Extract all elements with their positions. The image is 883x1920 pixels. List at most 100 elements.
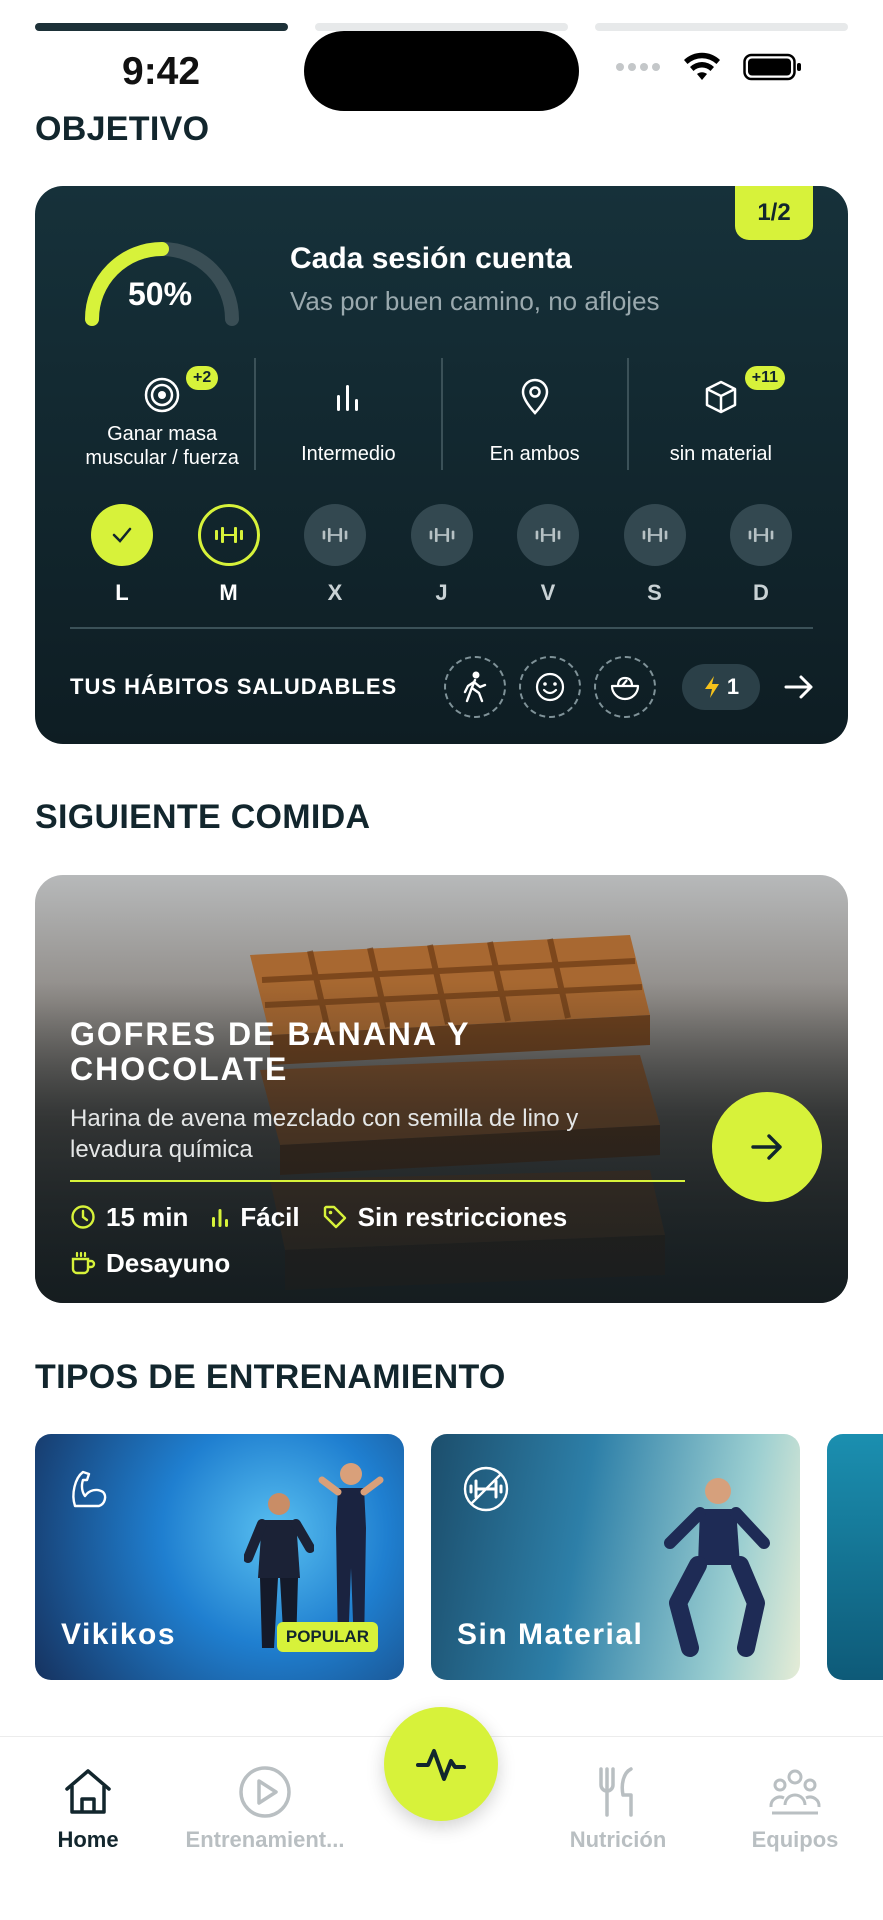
training-card-title: Vikikos bbox=[61, 1618, 177, 1651]
athlete-image bbox=[664, 1478, 770, 1657]
popular-badge: POPULAR bbox=[276, 1622, 378, 1652]
cellular-icon bbox=[616, 63, 660, 71]
meal-type-label: Desayuno bbox=[106, 1247, 231, 1278]
card-divider bbox=[70, 627, 813, 629]
meal-card[interactable]: GOFRES DE BANANA Y CHOCOLATE Harina de a… bbox=[35, 875, 848, 1303]
stat-level[interactable]: Intermedio bbox=[254, 358, 440, 470]
dynamic-island bbox=[304, 31, 579, 111]
nav-label: Entrenamient... bbox=[185, 1827, 345, 1852]
progress-segment bbox=[35, 23, 288, 31]
home-icon bbox=[65, 1769, 111, 1814]
objective-section-title: OBJETIVO bbox=[35, 110, 210, 148]
day-saturday[interactable]: S bbox=[623, 504, 686, 606]
nav-label: Nutrición bbox=[569, 1827, 667, 1852]
mood-icon[interactable] bbox=[519, 656, 581, 718]
lightning-icon bbox=[704, 676, 719, 698]
day-label: D bbox=[753, 580, 769, 605]
status-time: 9:42 bbox=[122, 50, 201, 93]
battery-icon bbox=[743, 53, 801, 81]
check-icon bbox=[112, 527, 132, 543]
day-label: L bbox=[115, 580, 129, 605]
goal-title: Cada sesión cuenta bbox=[290, 242, 572, 275]
stat-label: En ambos bbox=[489, 443, 580, 465]
day-friday[interactable]: V bbox=[517, 504, 579, 606]
progress-percent: 50% bbox=[127, 276, 193, 312]
open-meal-button[interactable] bbox=[712, 1092, 822, 1202]
arrow-right-icon bbox=[751, 1134, 782, 1160]
day-tuesday[interactable]: M bbox=[197, 504, 260, 606]
goal-stats: +2 Ganar masa muscular / fuerza Intermed… bbox=[70, 358, 813, 470]
story-progress bbox=[35, 23, 848, 31]
nav-training[interactable]: Entrenamient... bbox=[180, 1765, 350, 1853]
target-icon bbox=[144, 377, 180, 413]
meal-difficulty: Fácil bbox=[210, 1200, 300, 1234]
meal-restrictions-label: Sin restricciones bbox=[357, 1201, 568, 1232]
walk-icon[interactable] bbox=[444, 656, 506, 718]
wifi-icon bbox=[684, 52, 720, 80]
dumbbell-icon bbox=[429, 527, 454, 543]
stat-location[interactable]: En ambos bbox=[440, 358, 627, 470]
box-icon bbox=[705, 380, 737, 414]
training-card-vikikos[interactable]: Vikikos POPULAR bbox=[35, 1434, 404, 1680]
home-screen: 9:42 OBJETIVO 1/2 50% Cada sesión cuenta… bbox=[0, 0, 883, 1920]
training-card-title: Sin Material bbox=[457, 1618, 644, 1651]
status-icons bbox=[615, 52, 803, 82]
tag-icon bbox=[323, 1205, 346, 1229]
meal-time: 15 min bbox=[70, 1200, 188, 1234]
muscle-icon bbox=[72, 1470, 107, 1508]
week-days: L M X J V S D bbox=[70, 504, 813, 606]
nav-home[interactable]: Home bbox=[3, 1765, 173, 1853]
meal-difficulty-label: Fácil bbox=[240, 1201, 300, 1232]
arrow-right-icon[interactable] bbox=[780, 668, 818, 706]
day-label: J bbox=[435, 580, 448, 605]
stat-material[interactable]: +11 sin material bbox=[626, 358, 813, 470]
day-wednesday[interactable]: X bbox=[304, 504, 366, 606]
meal-title: GOFRES DE BANANA Y CHOCOLATE bbox=[70, 1016, 470, 1087]
nav-label: Home bbox=[57, 1827, 119, 1852]
stat-label: sin material bbox=[669, 443, 772, 465]
stat-label: Ganar masa muscular / fuerza bbox=[85, 423, 239, 469]
objective-card[interactable]: 1/2 50% Cada sesión cuenta Vas por buen … bbox=[35, 186, 848, 744]
day-monday[interactable]: L bbox=[91, 504, 153, 606]
dumbbell-icon bbox=[535, 527, 561, 543]
nav-nutrition[interactable]: Nutrición bbox=[533, 1765, 703, 1853]
no-dumbbell-icon bbox=[463, 1466, 509, 1512]
activity-button[interactable] bbox=[384, 1707, 498, 1821]
meal-description: Harina de avena mezclado con semilla de … bbox=[70, 1105, 579, 1163]
training-card-sin-material[interactable]: Sin Material bbox=[431, 1434, 800, 1680]
training-card-next[interactable] bbox=[827, 1434, 883, 1680]
level-icon bbox=[337, 385, 359, 411]
stat-goal[interactable]: +2 Ganar masa muscular / fuerza bbox=[70, 358, 254, 470]
cutlery-icon bbox=[599, 1767, 633, 1817]
meal-type: Desayuno bbox=[70, 1246, 230, 1280]
play-icon bbox=[239, 1766, 291, 1818]
level-icon bbox=[212, 1209, 229, 1227]
stat-badge: +11 bbox=[744, 366, 786, 390]
progress-segment bbox=[315, 23, 568, 31]
meal-restrictions: Sin restricciones bbox=[322, 1200, 568, 1234]
day-thursday[interactable]: J bbox=[410, 504, 473, 606]
dumbbell-icon bbox=[642, 527, 667, 543]
streak-count: 1 bbox=[726, 674, 740, 699]
day-sunday[interactable]: D bbox=[730, 504, 792, 606]
salad-icon[interactable] bbox=[594, 656, 656, 718]
day-label: S bbox=[647, 580, 662, 605]
meal-section-title: SIGUIENTE COMIDA bbox=[35, 798, 371, 836]
day-label: M bbox=[219, 580, 238, 605]
meal-divider bbox=[70, 1180, 685, 1182]
meal-time-label: 15 min bbox=[106, 1201, 189, 1232]
dumbbell-icon bbox=[214, 527, 243, 543]
training-section-title: TIPOS DE ENTRENAMIENTO bbox=[35, 1358, 506, 1396]
nav-teams[interactable]: Equipos bbox=[710, 1765, 880, 1853]
training-carousel[interactable]: Vikikos POPULAR Sin Material bbox=[35, 1434, 883, 1680]
habits-label: TUS HÁBITOS SALUDABLES bbox=[70, 674, 398, 699]
meal-meta: 15 min Fácil Sin restricciones Desayuno bbox=[70, 1200, 690, 1280]
page-indicator: 1/2 bbox=[735, 186, 813, 240]
dumbbell-icon bbox=[748, 527, 774, 543]
streak-badge: 1 bbox=[682, 664, 760, 710]
day-label: V bbox=[540, 580, 556, 605]
team-icon bbox=[769, 1769, 821, 1815]
stat-badge: +2 bbox=[186, 366, 219, 390]
dumbbell-icon bbox=[322, 527, 348, 543]
goal-subtitle: Vas por buen camino, no aflojes bbox=[290, 286, 660, 316]
